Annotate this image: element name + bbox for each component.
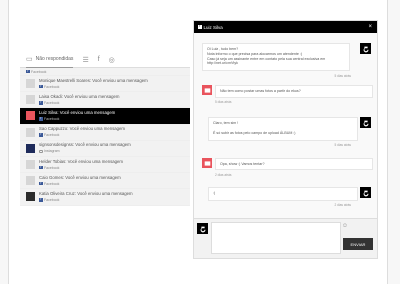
brand-avatar-icon [197,223,208,234]
row-source: f Facebook [39,181,121,187]
brand-avatar-icon [360,117,371,128]
message-bubble-outgoing: Claro, tem sim ! É só subir as fotos pel… [208,117,358,141]
facebook-icon: f [39,83,43,89]
facebook-icon: f [97,56,100,63]
row-text: Monique Maestrelli Soares: Você enviou u… [39,78,148,90]
timestamp: 5 dias atrás [334,74,351,78]
tab-facebook[interactable]: f [98,52,100,68]
message-bubble-outgoing: :) [208,187,358,201]
avatar [26,192,35,202]
conversation-row[interactable]: Laisa Okadi: Você enviou uma mensagem f Fa… [20,92,190,109]
conversation-row[interactable]: Luiz Silva: Você enviou uma mensagem f Fac… [20,108,190,125]
send-button[interactable]: ENVIAR [343,238,373,250]
facebook-icon: f [39,164,43,170]
avatar [26,111,35,121]
contact-avatar-icon [202,158,212,168]
inbox-tabs: ▭ Não respondidas ☰ f ◎ [20,52,190,68]
avatar [26,176,35,186]
composer: ☺ ENVIAR [194,218,377,258]
chat-header: f Luiz Silva × [194,21,377,33]
tab-all[interactable]: ☰ [82,52,88,68]
inbox-icon: ▭ [26,56,33,63]
row-source-label: Facebook [44,84,60,89]
chat-title: f Luiz Silva [198,25,223,30]
row-source-label: Facebook [44,181,60,186]
list-icon: ☰ [82,56,89,64]
conversation-row[interactable]: f Facebook [20,68,190,76]
avatar [26,127,35,137]
tab-unanswered-label: Não respondidas [35,56,74,62]
row-text: signsonsdesignss: Você enviou uma mensag… [39,142,131,154]
row-source: f Facebook [39,116,115,122]
row-source-label: Facebook [44,100,60,105]
timestamp: 2 dias atrás [334,203,351,207]
conversation-row[interactable]: Monique Maestrelli Soares: Você enviou u… [20,76,190,93]
inbox-panel: ▭ Não respondidas ☰ f ◎ f Facebook Monique… [20,52,190,282]
conversation-row[interactable]: signsonsdesignss: Você enviou uma mensag… [20,140,190,157]
row-text: Helder Tobias: Você enviou uma mensagem f… [39,159,123,171]
row-source: f Facebook [26,68,47,74]
message-bubble-incoming: Opa, show :) Vamos tentar? [215,158,373,170]
close-icon[interactable]: × [368,24,372,30]
tab-instagram[interactable]: ◎ [109,52,115,68]
row-text: Luiz Silva: Você enviou uma mensagem f Fac… [39,110,115,122]
conversation-row[interactable]: Katia Oliveira Cruz: Você enviou uma men… [20,189,190,206]
row-source-label: Instagram [44,149,60,154]
contact-avatar-icon [202,85,212,95]
row-source: f Facebook [39,84,148,90]
message-bubble-incoming: Não tem como postar umas fotos a partir … [215,85,373,98]
row-text: Katia Oliveira Cruz: Você enviou uma men… [39,191,133,203]
row-source: f Facebook [39,100,120,106]
row-text: Caio Gomes: Você enviou uma mensagem f Fac… [39,175,121,187]
facebook-icon: f [39,180,43,186]
timestamp: 5 dias atrás [334,143,351,147]
row-source-label: Facebook [44,165,60,170]
conversation-row[interactable]: Helder Tobias: Você enviou uma mensagem f… [20,156,190,174]
facebook-icon: f [26,68,30,74]
brand-avatar-icon [360,43,371,54]
row-source-label: Facebook [31,69,47,74]
row-source-label: Facebook [44,116,60,121]
instagram-icon [39,149,43,154]
facebook-icon: f [39,197,43,202]
row-source: f Facebook [39,132,125,138]
facebook-icon: f [39,116,43,121]
conversation-list: f Facebook Monique Maestrelli Soares: Você… [20,68,190,206]
row-source-label: Facebook [44,133,60,138]
timestamp: 2 dias atrás [215,173,232,177]
chat-window: f Luiz Silva × Oi Luiz , tudo bem? Nota … [193,20,378,259]
timestamp: 5 dias atrás [215,100,232,104]
avatar [26,143,35,153]
avatar [26,95,35,105]
tab-unanswered[interactable]: ▭ Não respondidas [26,52,74,68]
avatar [26,79,35,89]
message-thread: Oi Luiz , tudo bem? Nota informo o que p… [198,35,373,229]
facebook-icon: f [39,132,43,137]
emoji-icon[interactable]: ☺ [342,223,348,229]
row-source: f Facebook [39,197,133,203]
facebook-icon: f [39,100,43,105]
row-text: Laisa Okadi: Você enviou uma mensagem f Fa… [39,94,120,106]
chat-contact-name: Luiz Silva [203,24,223,30]
instagram-icon: ◎ [108,56,115,64]
brand-avatar-icon [360,187,371,198]
row-source: Instagram [39,148,131,154]
message-bubble-outgoing: Oi Luiz , tudo bem? Nota informo o que p… [202,43,350,71]
row-text: Sao Cappuzzo: Você enviou uma mensagem f F… [39,126,125,138]
facebook-icon: f [198,24,202,29]
row-source-label: Facebook [44,197,60,202]
row-source: f Facebook [39,165,123,171]
message-input[interactable] [211,222,341,254]
conversation-row[interactable]: Caio Gomes: Você enviou uma mensagem f Fac… [20,173,190,190]
avatar [26,160,35,170]
conversation-row[interactable]: Sao Cappuzzo: Você enviou uma mensagem f F… [20,124,190,141]
